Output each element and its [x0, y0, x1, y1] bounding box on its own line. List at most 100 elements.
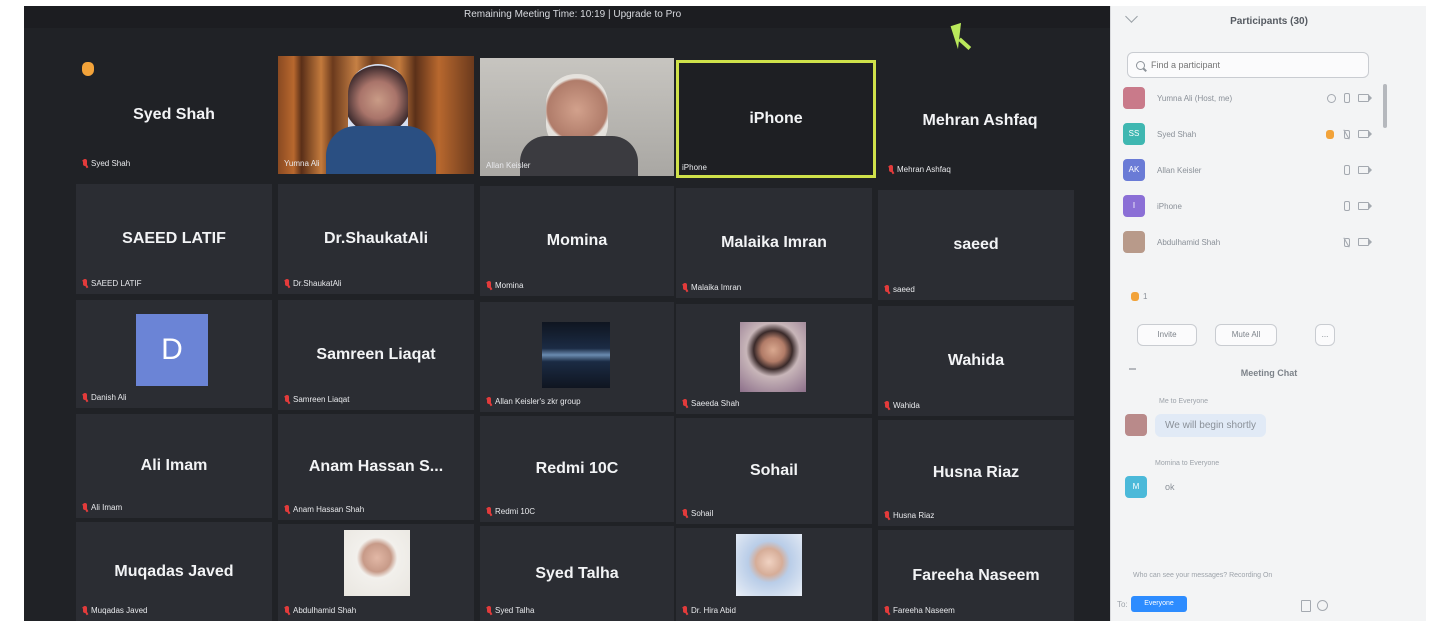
profile-picture	[344, 530, 410, 596]
video-tile[interactable]: SAEED LATIF SAEED LATIF	[76, 184, 272, 294]
muted-mic-icon	[884, 511, 890, 520]
video-tile[interactable]: Dr. Hira Abid	[676, 528, 872, 621]
name-label: Syed Talha	[486, 606, 534, 615]
chat-title: Meeting Chat	[1240, 368, 1298, 378]
participant-name: saeed	[953, 236, 999, 253]
search-icon	[1136, 60, 1145, 70]
video-tile[interactable]: D Danish Ali	[76, 300, 272, 408]
mic-icon[interactable]	[1344, 93, 1350, 103]
participant-name: iPhone	[749, 110, 803, 127]
mute-all-button[interactable]: Mute All	[1215, 324, 1277, 346]
video-tile[interactable]: Saeeda Shah	[676, 304, 872, 414]
video-tile[interactable]: Ali Imam Ali Imam	[76, 414, 272, 518]
camera-off-icon[interactable]	[1358, 238, 1372, 246]
more-options-button[interactable]: ...	[1315, 324, 1335, 346]
avatar: M	[1125, 476, 1147, 498]
video-tile[interactable]: Redmi 10C Redmi 10C	[480, 416, 674, 522]
avatar	[1123, 87, 1145, 109]
name-label: saeed	[884, 285, 915, 294]
recipient-select[interactable]: Everyone	[1131, 596, 1187, 612]
video-tile[interactable]: Allan Keisler's zkr group	[480, 302, 674, 412]
raised-hands-summary: 1	[1131, 292, 1147, 301]
participant-name: Husna Riaz	[932, 464, 1020, 481]
video-tile[interactable]: Allan Keisler	[480, 58, 674, 176]
muted-mic-icon[interactable]	[1342, 238, 1350, 247]
muted-mic-icon	[284, 279, 290, 288]
video-tile[interactable]: Malaika Imran Malaika Imran	[676, 188, 872, 298]
muted-mic-icon	[486, 507, 492, 516]
muted-mic-icon	[884, 606, 890, 615]
chat-privacy-notice[interactable]: Who can see your messages? Recording On	[1133, 572, 1272, 579]
mic-icon[interactable]	[1344, 165, 1350, 175]
video-tile[interactable]: Yumna Ali	[278, 56, 474, 174]
name-label: Yumna Ali	[284, 159, 320, 168]
photo-border	[0, 0, 24, 627]
muted-mic-icon[interactable]	[1342, 130, 1350, 139]
raised-hand-icon	[1131, 292, 1139, 301]
video-tile[interactable]: Anam Hassan S... Anam Hassan Shah	[278, 414, 474, 520]
camera-off-icon[interactable]	[1358, 130, 1372, 138]
camera-off-icon[interactable]	[1358, 202, 1372, 210]
video-tile[interactable]: Wahida Wahida	[878, 306, 1074, 416]
file-icon[interactable]	[1301, 600, 1311, 612]
camera-icon[interactable]	[1358, 94, 1372, 102]
avatar: SS	[1123, 123, 1145, 145]
participant-row[interactable]: AK Allan Keisler	[1123, 158, 1373, 182]
chat-sender: Me to Everyone	[1159, 398, 1209, 405]
muted-mic-icon	[884, 401, 890, 410]
participant-name: Samreen Liaqat	[316, 346, 436, 363]
scrollbar[interactable]	[1383, 84, 1387, 128]
muted-mic-icon	[82, 159, 88, 168]
video-tile[interactable]: Abdulhamid Shah	[278, 524, 474, 621]
muted-mic-icon	[284, 505, 290, 514]
chat-message: ok	[1165, 482, 1175, 492]
muted-mic-icon	[284, 395, 290, 404]
video-tile[interactable]: Muqadas Javed Muqadas Javed	[76, 522, 272, 621]
video-tile[interactable]: saeed saeed	[878, 190, 1074, 300]
recipient-label: To:	[1117, 600, 1128, 609]
search-input[interactable]	[1149, 59, 1363, 71]
participant-video	[480, 58, 674, 176]
profile-picture	[740, 322, 806, 392]
participant-name: SAEED LATIF	[122, 230, 226, 247]
meeting-timer[interactable]: Remaining Meeting Time: 10:19 | Upgrade …	[464, 9, 681, 20]
participant-name: Fareeha Naseem	[912, 566, 1040, 584]
participant-row[interactable]: SS Syed Shah	[1123, 122, 1373, 146]
muted-mic-icon	[888, 165, 894, 174]
participant-name: Dr.ShaukatAli	[323, 230, 429, 247]
muted-mic-icon	[682, 606, 688, 615]
video-tile[interactable]: Samreen Liaqat Samreen Liaqat	[278, 300, 474, 410]
participant-name: Syed Talha	[535, 564, 619, 582]
name-label: Syed Shah	[82, 159, 130, 168]
host-icon	[1327, 93, 1336, 103]
camera-icon[interactable]	[1358, 166, 1372, 174]
video-tile[interactable]: Fareeha Naseem Fareeha Naseem	[878, 530, 1074, 621]
video-tile[interactable]: Momina Momina	[480, 186, 674, 296]
name-label: Muqadas Javed	[82, 606, 147, 615]
video-tile[interactable]: Dr.ShaukatAli Dr.ShaukatAli	[278, 184, 474, 294]
video-tile[interactable]: Mehran Ashfaq Mehran Ashfaq	[882, 62, 1078, 180]
gallery-view: Syed Shah Syed Shah Yumna Ali Allan Keis…	[76, 56, 1110, 621]
raised-hand-icon	[82, 62, 94, 76]
name-label: Ali Imam	[82, 503, 122, 512]
active-speaker-tile[interactable]: iPhone iPhone	[676, 60, 876, 178]
participant-row[interactable]: Abdulhamid Shah	[1123, 230, 1373, 254]
participants-panel: Participants (30) Yumna Ali (Host, me) S…	[1110, 6, 1426, 621]
muted-mic-icon	[82, 393, 88, 402]
muted-mic-icon	[884, 285, 890, 294]
raised-hand-icon	[1326, 129, 1334, 139]
participant-row[interactable]: Yumna Ali (Host, me)	[1123, 86, 1373, 110]
video-tile[interactable]: Sohail Sohail	[676, 418, 872, 524]
mic-icon[interactable]	[1344, 201, 1350, 211]
name-label: iPhone	[682, 163, 707, 172]
participant-name: Wahida	[947, 352, 1005, 369]
more-icon[interactable]	[1317, 600, 1328, 611]
name-label: Mehran Ashfaq	[888, 165, 951, 174]
video-tile[interactable]: Husna Riaz Husna Riaz	[878, 420, 1074, 526]
muted-mic-icon	[486, 397, 492, 406]
video-tile[interactable]: Syed Shah Syed Shah	[76, 56, 272, 174]
participant-row[interactable]: I iPhone	[1123, 194, 1373, 218]
participant-search[interactable]	[1127, 52, 1369, 78]
invite-button[interactable]: Invite	[1137, 324, 1197, 346]
video-tile[interactable]: Syed Talha Syed Talha	[480, 526, 674, 621]
